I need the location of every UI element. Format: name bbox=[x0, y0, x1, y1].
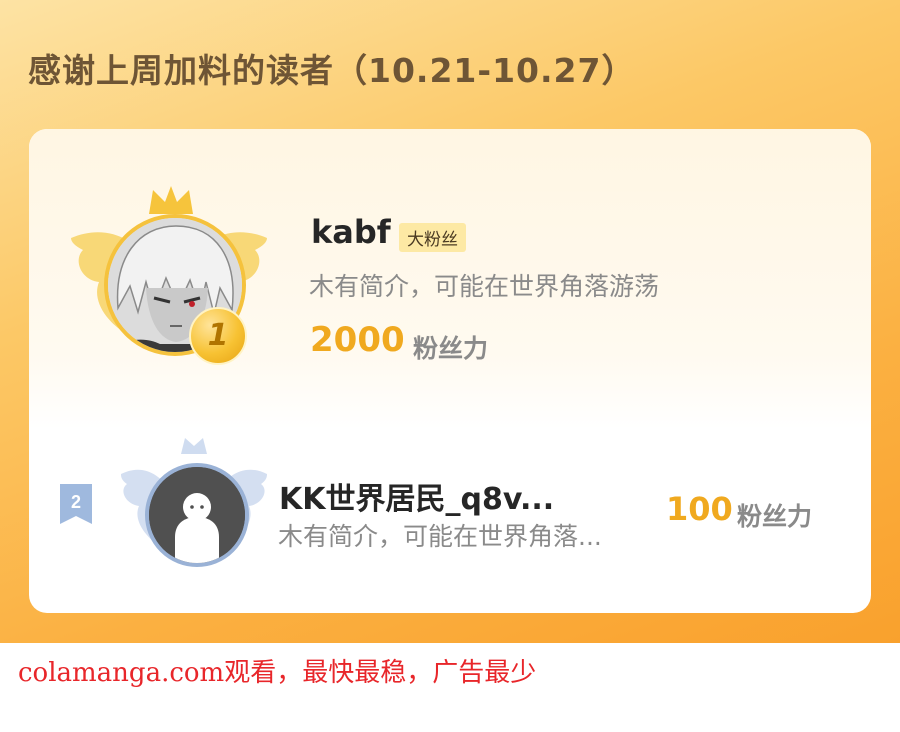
rank-1-medal: 1 bbox=[189, 307, 247, 365]
first-place-score: 2000 bbox=[310, 320, 405, 360]
first-place-description: 木有简介，可能在世界角落游荡 bbox=[309, 272, 660, 301]
page-title: 感谢上周加料的读者（10.21-10.27） bbox=[28, 51, 636, 90]
first-place-username[interactable]: kabf bbox=[311, 213, 391, 251]
default-ghost-avatar-icon bbox=[149, 467, 245, 563]
leaderboard-card: 1 kabf 大粉丝 木有简介，可能在世界角落游荡 2000 粉丝力 2 KK世… bbox=[29, 129, 871, 613]
rank-2-number: 2 bbox=[71, 492, 81, 512]
second-place-avatar[interactable] bbox=[145, 463, 249, 567]
second-place-score: 100 bbox=[666, 490, 733, 528]
second-place-username[interactable]: KK世界居民_q8v... bbox=[279, 474, 554, 518]
second-place-description: 木有简介，可能在世界角落... bbox=[278, 522, 602, 551]
fan-level-badge: 大粉丝 bbox=[399, 223, 466, 252]
site-watermark: colamanga.com观看，最快最稳，广告最少 bbox=[18, 658, 537, 688]
second-place-score-unit: 粉丝力 bbox=[737, 502, 813, 531]
rank-2-ribbon-icon: 2 bbox=[60, 484, 92, 524]
leaderboard-banner: 感谢上周加料的读者（10.21-10.27） 1 kabf 大粉丝 木有简介，可… bbox=[0, 0, 900, 643]
first-place-score-unit: 粉丝力 bbox=[413, 334, 489, 363]
